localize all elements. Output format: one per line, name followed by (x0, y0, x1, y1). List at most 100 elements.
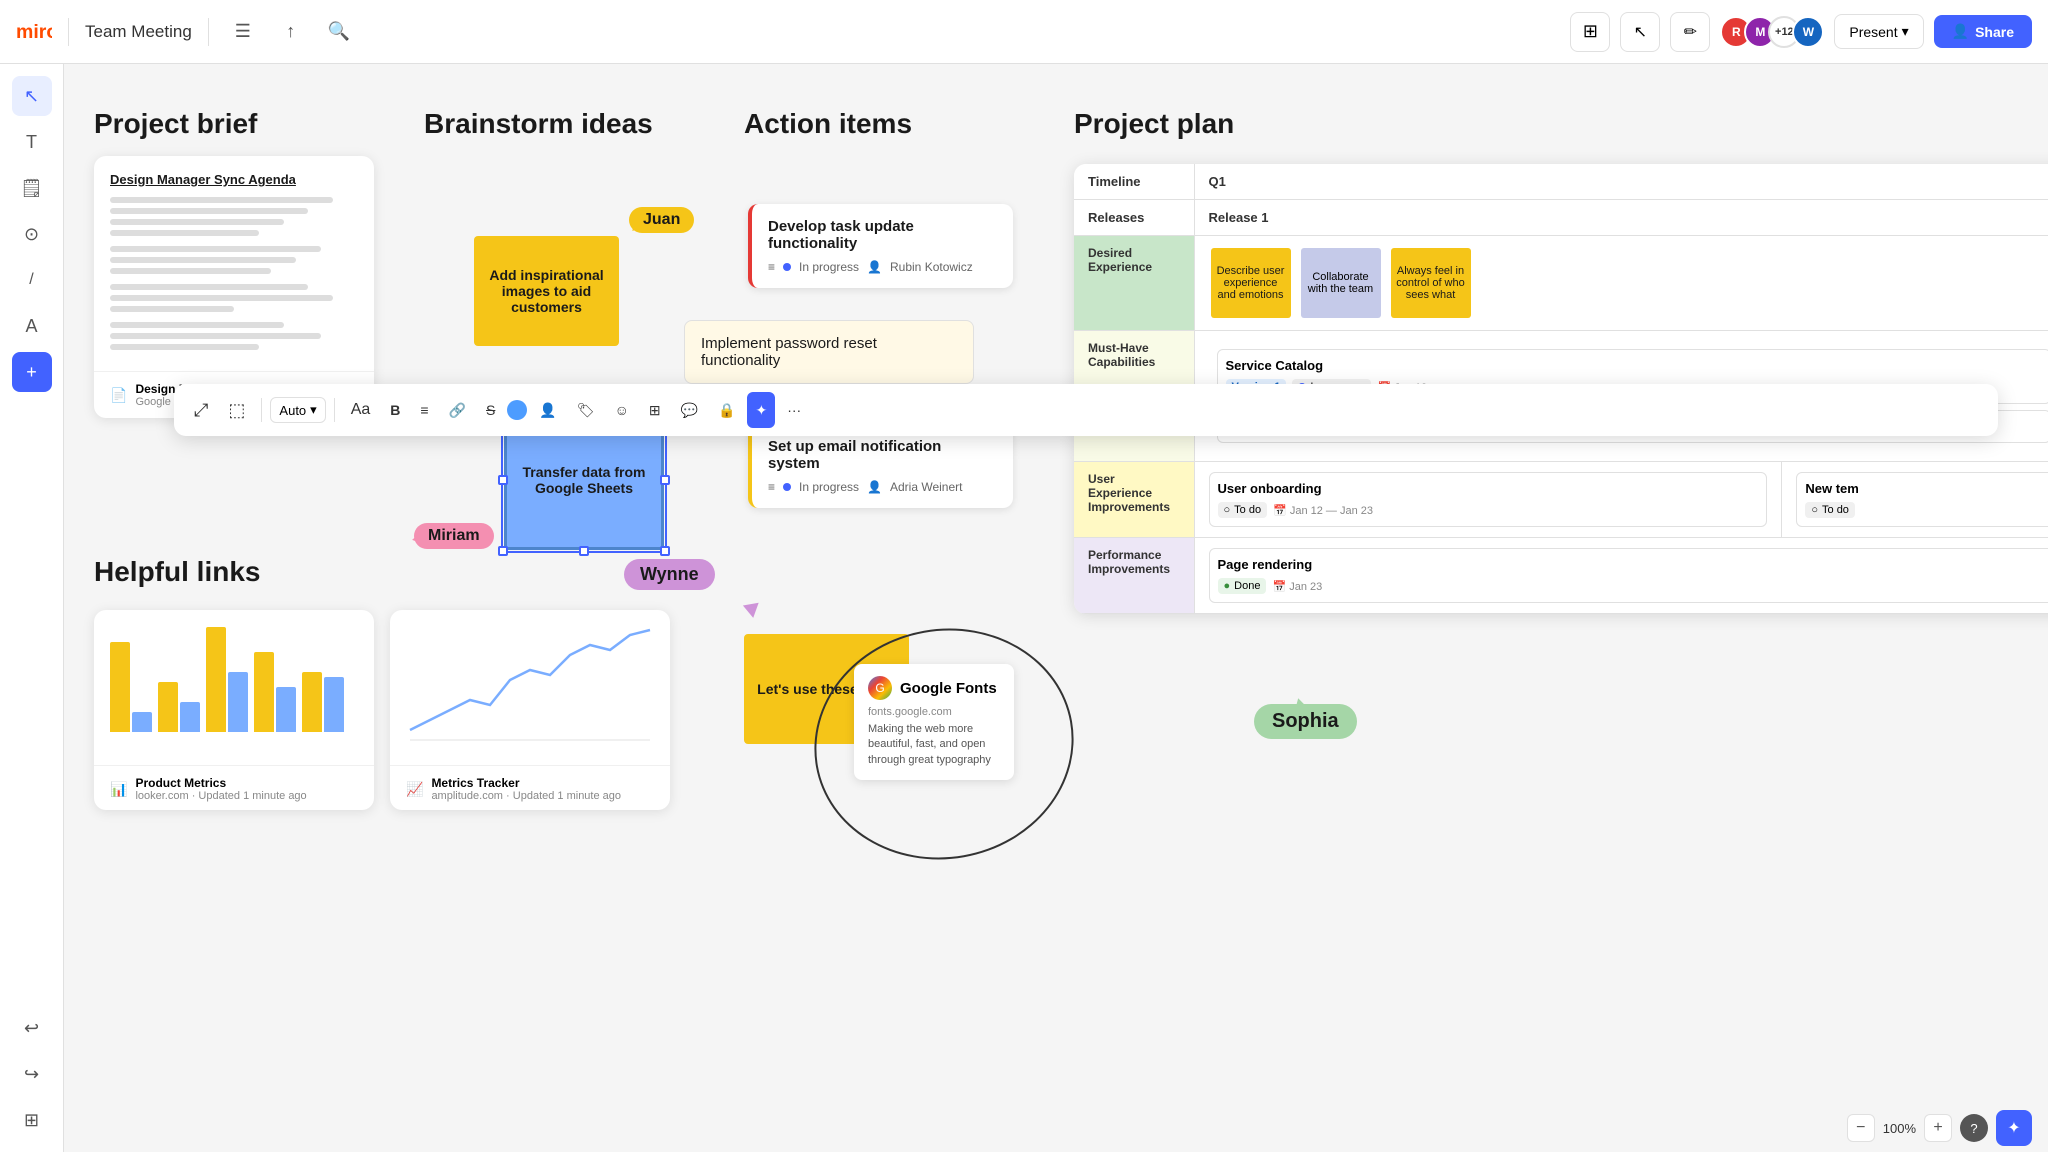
ft-font[interactable]: Aa (343, 392, 379, 428)
pp-new-tem: New tem (1805, 481, 2048, 496)
miriam-label: Miriam (414, 523, 494, 549)
pp-sticky-describe: Describe user experience and emotions (1211, 248, 1291, 318)
pp-row-desired: Desired Experience (1074, 236, 1194, 331)
bar-y3 (206, 627, 226, 732)
pp-ux-content: User onboarding ○ To do 📅 Jan 12 — Jan 2… (1194, 462, 1782, 538)
pen-tool[interactable]: / (12, 260, 52, 300)
redo-tool[interactable]: ↪ (12, 1054, 52, 1094)
pp-desired-content: Describe user experience and emotions Co… (1194, 236, 2048, 331)
board-title: Team Meeting (85, 22, 192, 42)
ft-link[interactable]: 🔗 (441, 392, 474, 428)
share-button[interactable]: 👤 Share (1934, 15, 2032, 48)
ft-bold[interactable]: B (382, 392, 408, 428)
pp-page-rendering: Page rendering (1218, 557, 2048, 572)
metrics-tracker-title: Metrics Tracker (431, 776, 621, 790)
magic-bottom-button[interactable]: ✦ (1996, 1110, 2032, 1146)
bar-b4 (276, 687, 296, 732)
search-button[interactable]: 🔍 (321, 14, 357, 50)
pp-header-releases: Releases (1074, 200, 1194, 236)
ft-lock[interactable]: 🔒 (710, 392, 743, 428)
action-card-password[interactable]: Implement password reset functionality (684, 320, 974, 384)
ft-magic[interactable]: ✦ (747, 392, 775, 428)
ft-table[interactable]: ⊞ (641, 392, 669, 428)
left-toolbar: ↖ T 🗒 ⊙ / A + ↩ ↪ ⊞ (0, 64, 64, 1152)
sticky-add-inspirational[interactable]: Add inspirational images to aid customer… (474, 236, 619, 346)
metrics-tracker-footer: 📈 Metrics Tracker amplitude.com · Update… (390, 765, 670, 810)
ft-align[interactable]: ≡ (412, 392, 436, 428)
product-metrics-title: Product Metrics (135, 776, 306, 790)
bar-y1 (110, 642, 130, 732)
ft-more[interactable]: ··· (779, 392, 809, 428)
floating-toolbar: ⤢ ⬚ Auto ▾ Aa B ≡ 🔗 S 👤 🏷 ☺ ⊞ 💬 🔒 ✦ ··· (174, 384, 1998, 436)
ft-emoji[interactable]: ☺ (607, 392, 637, 428)
juan-label: Juan (629, 207, 694, 233)
pointer-button[interactable]: ↖ (1620, 12, 1660, 52)
bar-b2 (180, 702, 200, 732)
select-tool[interactable]: ↖ (12, 76, 52, 116)
avatar-3: W (1792, 16, 1824, 48)
product-metrics-meta: looker.com · Updated 1 minute ago (135, 790, 306, 802)
ft-tag[interactable]: 🏷 (569, 392, 603, 428)
text-tool[interactable]: T (12, 122, 52, 162)
action-card-develop[interactable]: Develop task update functionality ≡ In p… (748, 204, 1013, 288)
ft-auto-select[interactable]: Auto ▾ (270, 397, 325, 423)
bar-b1 (132, 712, 152, 732)
bar-b5 (324, 677, 344, 732)
navbar: miro Team Meeting ☰ ↑ 🔍 ⊞ ↖ ✏ R M +12 W … (0, 0, 2048, 64)
metrics-tracker-card[interactable]: 📈 Metrics Tracker amplitude.com · Update… (390, 610, 670, 810)
bar-y2 (158, 682, 178, 732)
product-metrics-card[interactable]: 📊 Product Metrics looker.com · Updated 1… (94, 610, 374, 810)
metrics-tracker-meta: amplitude.com · Updated 1 minute ago (431, 790, 621, 802)
add-tool[interactable]: + (12, 352, 52, 392)
pp-service-catalog: Service Catalog (1226, 358, 2043, 373)
undo-tool[interactable]: ↩ (12, 1008, 52, 1048)
present-button[interactable]: Present ▾ (1834, 14, 1923, 49)
pp-sticky-collaborate: Collaborate with the team (1301, 248, 1381, 318)
brainstorm-title: Brainstorm ideas (424, 108, 653, 140)
pp-new-todo: ○ To do (1805, 502, 1855, 518)
svg-text:miro: miro (16, 21, 52, 43)
apps-button[interactable]: ⊞ (1570, 12, 1610, 52)
action-card-email[interactable]: Set up email notification system ≡ In pr… (748, 424, 1013, 508)
ft-color[interactable] (507, 400, 527, 420)
card-email-meta: ≡ In progress 👤 Adria Weinert (768, 480, 997, 494)
note-tool[interactable]: 🗒 (12, 168, 52, 208)
text2-tool[interactable]: A (12, 306, 52, 346)
collaborate-button[interactable]: ✏ (1670, 12, 1710, 52)
bar-chart (106, 622, 362, 732)
miriam-cursor: Miriam (414, 529, 430, 543)
panel-tool[interactable]: ⊞ (12, 1100, 52, 1140)
menu-button[interactable]: ☰ (225, 14, 261, 50)
doc-icon: 📄 (110, 387, 127, 404)
shape-tool[interactable]: ⊙ (12, 214, 52, 254)
doc-card[interactable]: Design Manager Sync Agenda 📄 Design Mana… (94, 156, 374, 418)
bar-y5 (302, 672, 322, 732)
card-develop-meta: ≡ In progress 👤 Rubin Kotowicz (768, 260, 997, 274)
help-button[interactable]: ? (1960, 1114, 1988, 1142)
line-chart-svg (400, 620, 660, 750)
zoom-out-button[interactable]: − (1847, 1114, 1875, 1142)
gf-subtitle: fonts.google.com (868, 706, 1000, 718)
juan-cursor: Juan (629, 212, 649, 228)
zoom-in-button[interactable]: + (1924, 1114, 1952, 1142)
gf-title: Google Fonts (900, 680, 997, 697)
ft-frame[interactable]: ⬚ (220, 392, 253, 428)
google-fonts-card[interactable]: G Google Fonts fonts.google.com Making t… (854, 664, 1014, 780)
pp-row-perf: Performance Improvements (1074, 538, 1194, 614)
ft-move[interactable]: ⤢ (186, 392, 216, 428)
ft-strike[interactable]: S (478, 392, 503, 428)
upload-button[interactable]: ↑ (273, 14, 309, 50)
ft-people[interactable]: 👤 (531, 392, 564, 428)
product-metrics-footer: 📊 Product Metrics looker.com · Updated 1… (94, 765, 374, 810)
pp-user-onboarding: User onboarding (1218, 481, 1759, 496)
project-brief-title: Project brief (94, 108, 257, 140)
pp-todo: ○ To do (1218, 502, 1268, 518)
bar-b3 (228, 672, 248, 732)
bottom-bar: − 100% + ? ✦ (1831, 1104, 2048, 1152)
helpful-links-title: Helpful links (94, 556, 260, 588)
logo[interactable]: miro (16, 20, 52, 44)
nav-divider-2 (208, 18, 209, 46)
pp-header-q1: Q1 (1194, 164, 2048, 200)
ft-comment[interactable]: 💬 (673, 392, 706, 428)
avatar-group: R M +12 W (1720, 16, 1824, 48)
